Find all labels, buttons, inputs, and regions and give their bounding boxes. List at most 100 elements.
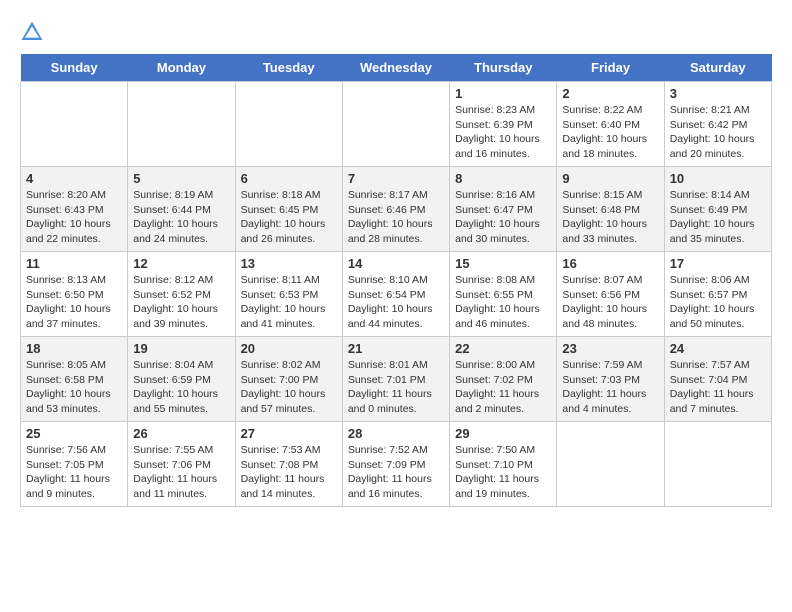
cell-content: Sunrise: 8:21 AM Sunset: 6:42 PM Dayligh… [670, 103, 766, 162]
calendar-cell: 10 Sunrise: 8:14 AM Sunset: 6:49 PM Dayli… [664, 167, 771, 252]
day-header-monday: Monday [128, 54, 235, 82]
date-number: 1 [455, 86, 551, 101]
cell-content: Sunrise: 8:22 AM Sunset: 6:40 PM Dayligh… [562, 103, 658, 162]
calendar-week-5: 25 Sunrise: 7:56 AM Sunset: 7:05 PM Dayli… [21, 422, 772, 507]
date-number: 26 [133, 426, 229, 441]
calendar-cell: 21 Sunrise: 8:01 AM Sunset: 7:01 PM Dayli… [342, 337, 449, 422]
date-number: 22 [455, 341, 551, 356]
cell-content: Sunrise: 8:08 AM Sunset: 6:55 PM Dayligh… [455, 273, 551, 332]
calendar-cell: 18 Sunrise: 8:05 AM Sunset: 6:58 PM Dayli… [21, 337, 128, 422]
cell-content: Sunrise: 8:17 AM Sunset: 6:46 PM Dayligh… [348, 188, 444, 247]
logo [20, 20, 48, 44]
date-number: 9 [562, 171, 658, 186]
date-number: 17 [670, 256, 766, 271]
calendar-cell: 5 Sunrise: 8:19 AM Sunset: 6:44 PM Daylig… [128, 167, 235, 252]
cell-content: Sunrise: 7:55 AM Sunset: 7:06 PM Dayligh… [133, 443, 229, 502]
calendar-cell: 25 Sunrise: 7:56 AM Sunset: 7:05 PM Dayli… [21, 422, 128, 507]
calendar-week-2: 4 Sunrise: 8:20 AM Sunset: 6:43 PM Daylig… [21, 167, 772, 252]
page-header [20, 20, 772, 44]
cell-content: Sunrise: 8:10 AM Sunset: 6:54 PM Dayligh… [348, 273, 444, 332]
day-header-saturday: Saturday [664, 54, 771, 82]
day-header-wednesday: Wednesday [342, 54, 449, 82]
cell-content: Sunrise: 8:19 AM Sunset: 6:44 PM Dayligh… [133, 188, 229, 247]
date-number: 11 [26, 256, 122, 271]
cell-content: Sunrise: 7:59 AM Sunset: 7:03 PM Dayligh… [562, 358, 658, 417]
date-number: 5 [133, 171, 229, 186]
calendar-cell: 11 Sunrise: 8:13 AM Sunset: 6:50 PM Dayli… [21, 252, 128, 337]
date-number: 3 [670, 86, 766, 101]
cell-content: Sunrise: 8:14 AM Sunset: 6:49 PM Dayligh… [670, 188, 766, 247]
calendar-cell: 16 Sunrise: 8:07 AM Sunset: 6:56 PM Dayli… [557, 252, 664, 337]
calendar-cell: 23Sunrise: 7:59 AM Sunset: 7:03 PM Dayli… [557, 337, 664, 422]
cell-content: Sunrise: 7:53 AM Sunset: 7:08 PM Dayligh… [241, 443, 337, 502]
calendar-cell: 3 Sunrise: 8:21 AM Sunset: 6:42 PM Daylig… [664, 82, 771, 167]
date-number: 20 [241, 341, 337, 356]
date-number: 25 [26, 426, 122, 441]
cell-content: Sunrise: 7:50 AM Sunset: 7:10 PM Dayligh… [455, 443, 551, 502]
date-number: 24 [670, 341, 766, 356]
calendar-cell [664, 422, 771, 507]
date-number: 10 [670, 171, 766, 186]
calendar-cell: 26 Sunrise: 7:55 AM Sunset: 7:06 PM Dayli… [128, 422, 235, 507]
date-number: 16 [562, 256, 658, 271]
calendar-week-4: 18 Sunrise: 8:05 AM Sunset: 6:58 PM Dayli… [21, 337, 772, 422]
date-number: 27 [241, 426, 337, 441]
calendar-week-3: 11 Sunrise: 8:13 AM Sunset: 6:50 PM Dayli… [21, 252, 772, 337]
date-number: 7 [348, 171, 444, 186]
calendar-table: SundayMondayTuesdayWednesdayThursdayFrid… [20, 54, 772, 507]
calendar-cell: 6Sunrise: 8:18 AM Sunset: 6:45 PM Daylig… [235, 167, 342, 252]
date-number: 18 [26, 341, 122, 356]
date-number: 2 [562, 86, 658, 101]
cell-content: Sunrise: 8:05 AM Sunset: 6:58 PM Dayligh… [26, 358, 122, 417]
calendar-header-row: SundayMondayTuesdayWednesdayThursdayFrid… [21, 54, 772, 82]
cell-content: Sunrise: 8:02 AM Sunset: 7:00 PM Dayligh… [241, 358, 337, 417]
logo-icon [20, 20, 44, 44]
date-number: 21 [348, 341, 444, 356]
calendar-cell: 2 Sunrise: 8:22 AM Sunset: 6:40 PM Daylig… [557, 82, 664, 167]
calendar-cell: 24Sunrise: 7:57 AM Sunset: 7:04 PM Dayli… [664, 337, 771, 422]
day-header-friday: Friday [557, 54, 664, 82]
day-header-thursday: Thursday [450, 54, 557, 82]
date-number: 15 [455, 256, 551, 271]
calendar-cell: 12Sunrise: 8:12 AM Sunset: 6:52 PM Dayli… [128, 252, 235, 337]
day-header-tuesday: Tuesday [235, 54, 342, 82]
cell-content: Sunrise: 8:07 AM Sunset: 6:56 PM Dayligh… [562, 273, 658, 332]
cell-content: Sunrise: 8:11 AM Sunset: 6:53 PM Dayligh… [241, 273, 337, 332]
date-number: 14 [348, 256, 444, 271]
calendar-cell: 9 Sunrise: 8:15 AM Sunset: 6:48 PM Daylig… [557, 167, 664, 252]
cell-content: Sunrise: 8:20 AM Sunset: 6:43 PM Dayligh… [26, 188, 122, 247]
calendar-cell: 14 Sunrise: 8:10 AM Sunset: 6:54 PM Dayli… [342, 252, 449, 337]
calendar-cell [128, 82, 235, 167]
cell-content: Sunrise: 8:01 AM Sunset: 7:01 PM Dayligh… [348, 358, 444, 417]
date-number: 4 [26, 171, 122, 186]
day-header-sunday: Sunday [21, 54, 128, 82]
cell-content: Sunrise: 8:23 AM Sunset: 6:39 PM Dayligh… [455, 103, 551, 162]
calendar-cell: 28 Sunrise: 7:52 AM Sunset: 7:09 PM Dayli… [342, 422, 449, 507]
cell-content: Sunrise: 8:15 AM Sunset: 6:48 PM Dayligh… [562, 188, 658, 247]
calendar-cell: 22 Sunrise: 8:00 AM Sunset: 7:02 PM Dayli… [450, 337, 557, 422]
date-number: 28 [348, 426, 444, 441]
calendar-cell: 19 Sunrise: 8:04 AM Sunset: 6:59 PM Dayli… [128, 337, 235, 422]
cell-content: Sunrise: 8:16 AM Sunset: 6:47 PM Dayligh… [455, 188, 551, 247]
cell-content: Sunrise: 7:52 AM Sunset: 7:09 PM Dayligh… [348, 443, 444, 502]
calendar-cell: 13 Sunrise: 8:11 AM Sunset: 6:53 PM Dayli… [235, 252, 342, 337]
cell-content: Sunrise: 7:56 AM Sunset: 7:05 PM Dayligh… [26, 443, 122, 502]
calendar-cell [235, 82, 342, 167]
cell-content: Sunrise: 8:13 AM Sunset: 6:50 PM Dayligh… [26, 273, 122, 332]
cell-content: Sunrise: 8:06 AM Sunset: 6:57 PM Dayligh… [670, 273, 766, 332]
date-number: 6 [241, 171, 337, 186]
calendar-cell: 7 Sunrise: 8:17 AM Sunset: 6:46 PM Daylig… [342, 167, 449, 252]
calendar-cell [557, 422, 664, 507]
calendar-cell: 15 Sunrise: 8:08 AM Sunset: 6:55 PM Dayli… [450, 252, 557, 337]
calendar-cell: 1 Sunrise: 8:23 AM Sunset: 6:39 PM Daylig… [450, 82, 557, 167]
calendar-cell: 27 Sunrise: 7:53 AM Sunset: 7:08 PM Dayli… [235, 422, 342, 507]
date-number: 13 [241, 256, 337, 271]
date-number: 29 [455, 426, 551, 441]
cell-content: Sunrise: 8:04 AM Sunset: 6:59 PM Dayligh… [133, 358, 229, 417]
date-number: 19 [133, 341, 229, 356]
date-number: 8 [455, 171, 551, 186]
calendar-cell: 20 Sunrise: 8:02 AM Sunset: 7:00 PM Dayli… [235, 337, 342, 422]
calendar-cell: 17 Sunrise: 8:06 AM Sunset: 6:57 PM Dayli… [664, 252, 771, 337]
cell-content: Sunrise: 8:00 AM Sunset: 7:02 PM Dayligh… [455, 358, 551, 417]
calendar-cell: 29 Sunrise: 7:50 AM Sunset: 7:10 PM Dayli… [450, 422, 557, 507]
